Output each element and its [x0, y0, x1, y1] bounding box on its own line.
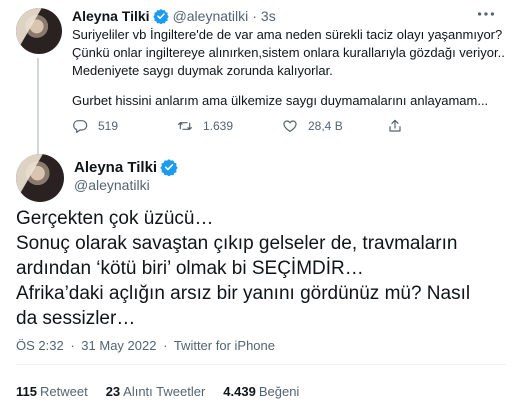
tweet-text-line: Çünkü onlar ingiltereye alınırken,sistem…	[72, 45, 505, 60]
author-handle[interactable]: @aleynatilki	[74, 177, 150, 193]
retweet-icon	[178, 122, 192, 130]
tweet-text-line: Medeniyete saygı duymak zorunda kalıyorl…	[72, 63, 333, 78]
verified-badge-icon	[152, 9, 169, 24]
main-tweet-text: Gerçekten çok üzücü… Sonuç olarak savaşt…	[16, 206, 506, 331]
author-handle[interactable]: @aleynatilki	[173, 8, 249, 24]
tweet-text-line: ardından ‘kötü biri’ olmak bi SEÇİMDİR…	[16, 258, 364, 279]
share-icon	[389, 119, 401, 132]
tweet-timestamp[interactable]: ÖS 2:32	[16, 338, 64, 353]
meta-separator: ·	[70, 338, 75, 353]
author-name[interactable]: Aleyna Tilki	[72, 8, 150, 24]
reply-count: 519	[98, 119, 119, 133]
tweet-source[interactable]: Twitter for iPhone	[174, 338, 275, 353]
author-avatar[interactable]	[16, 8, 62, 54]
like-button[interactable]: 28,4 B	[282, 118, 387, 134]
more-options-icon[interactable]	[475, 8, 499, 24]
reply-button[interactable]: 519	[72, 118, 177, 134]
retweets-count: 115	[16, 384, 37, 399]
tweet-text-line: Afrika’daki açlığın arsız bir yanını gör…	[16, 283, 471, 304]
verified-badge-icon	[160, 159, 178, 176]
tweet-text: Suriyeliler vb İngiltere'de de var ama n…	[72, 26, 505, 110]
tweet-text-line: Sonuç olarak savaştan çıkıp gelseler de,…	[16, 233, 458, 254]
retweet-count: 1.639	[203, 119, 234, 133]
meta-separator: ·	[163, 338, 168, 353]
likes-label: Beğeni	[258, 384, 300, 399]
author-name-row[interactable]: Aleyna Tilki	[74, 158, 182, 176]
quotes-label: Alıntı Tweetler	[123, 384, 206, 399]
tweet-actions: 519 1.639 28,4 B	[72, 118, 472, 134]
tweet-text-line: da sessizler…	[16, 308, 136, 329]
divider	[16, 364, 506, 365]
reply-icon	[73, 120, 88, 133]
thread-connector-line	[37, 58, 39, 154]
parent-tweet[interactable]: Aleyna Tilki @aleynatilki · 3s Suriyelil…	[0, 0, 517, 154]
tweet-text-line: Suriyeliler vb İngiltere'de de var ama n…	[72, 27, 503, 42]
quotes-count: 23	[105, 384, 121, 399]
header-separator: ·	[252, 8, 257, 24]
tweet-meta: ÖS 2:32 · 31 May 2022 · Twitter for iPho…	[16, 338, 275, 353]
likes-stat[interactable]: 4.439 Beğeni	[223, 384, 299, 399]
tweet-time[interactable]: 3s	[261, 8, 276, 24]
tweet-header: Aleyna Tilki @aleynatilki · 3s	[72, 8, 276, 24]
author-avatar[interactable]	[16, 154, 64, 202]
quote-tweets-stat[interactable]: 23 Alıntı Tweetler	[106, 384, 206, 399]
tweet-date[interactable]: 31 May 2022	[81, 338, 156, 353]
likes-count: 4.439	[223, 384, 256, 399]
retweets-stat[interactable]: 115 Retweet	[16, 384, 88, 399]
retweet-button[interactable]: 1.639	[177, 118, 282, 134]
tweet-text-line: Gerçekten çok üzücü…	[16, 208, 214, 229]
tweet-stats: 115 Retweet 23 Alıntı Tweetler 4.439 Beğeni	[16, 384, 317, 399]
tweet-text-line: Gurbet hissini anlarım ama ülkemize sayg…	[72, 93, 489, 108]
author-name[interactable]: Aleyna Tilki	[74, 159, 157, 176]
retweets-label: Retweet	[39, 384, 88, 399]
like-count: 28,4 B	[308, 119, 343, 133]
share-button[interactable]	[387, 118, 413, 134]
heart-icon	[283, 120, 297, 132]
